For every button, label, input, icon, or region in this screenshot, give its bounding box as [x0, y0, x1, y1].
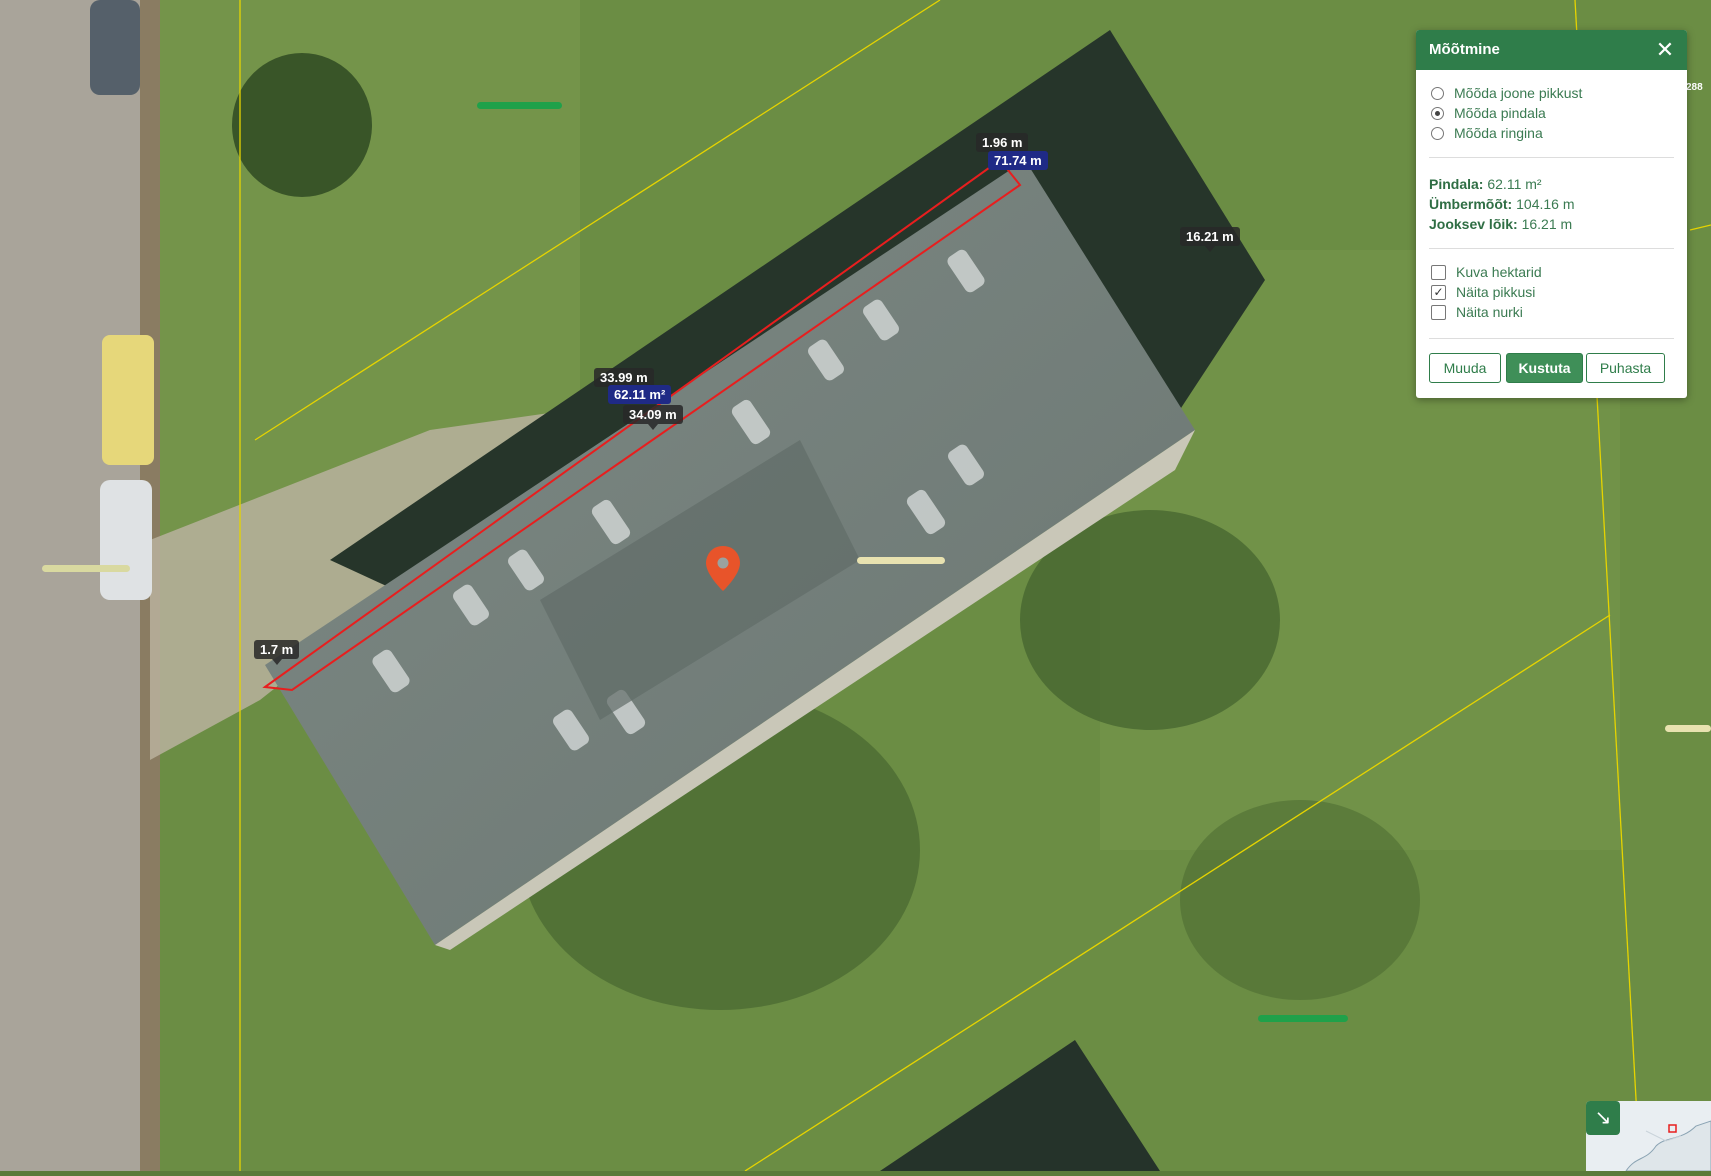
segment-stat: Jooksev lõik: 16.21 m — [1429, 216, 1572, 232]
panel-title: Mõõtmine — [1429, 41, 1500, 58]
parcel-label — [1258, 1015, 1348, 1022]
checkbox[interactable] — [1431, 304, 1446, 320]
radio-button[interactable] — [1431, 126, 1444, 140]
mode-line-length[interactable]: Mõõda joone pikkust — [1431, 83, 1582, 103]
panel-header: Mõõtmine ✕ — [1416, 30, 1687, 70]
option-show-lengths[interactable]: ✓ Näita pikkusi — [1431, 282, 1535, 302]
divider — [1429, 338, 1674, 339]
mode-area[interactable]: Mõõda pindala — [1431, 103, 1546, 123]
area-stat-value: 62.11 m² — [1487, 176, 1542, 192]
segment-stat-label: Jooksev lõik: — [1429, 216, 1518, 232]
perimeter-stat: Ümbermõõt: 104.16 m — [1429, 196, 1575, 212]
perimeter-stat-value: 104.16 m — [1516, 196, 1575, 212]
parcel-label — [477, 102, 562, 109]
expand-arrow-icon[interactable]: ↘ — [1586, 1101, 1620, 1135]
segment-stat-value: 16.21 m — [1521, 216, 1573, 232]
divider — [1429, 248, 1674, 249]
mode-label: Mõõda ringina — [1454, 125, 1543, 141]
area-stat-label: Pindala: — [1429, 176, 1484, 192]
perimeter-label: 71.74 m — [988, 151, 1048, 170]
area-stat: Pindala: 62.11 m² — [1429, 176, 1542, 192]
parcel-edge-label: 288 — [1686, 82, 1703, 93]
delete-button[interactable]: Kustuta — [1506, 353, 1583, 383]
radio-button[interactable] — [1431, 86, 1444, 100]
option-show-hectares[interactable]: Kuva hektarid — [1431, 262, 1542, 282]
mode-circle[interactable]: Mõõda ringina — [1431, 123, 1543, 143]
parcel-label — [857, 557, 945, 564]
area-label: 62.11 m² — [608, 385, 672, 404]
mode-label: Mõõda pindala — [1454, 105, 1546, 121]
car — [90, 0, 140, 95]
car — [100, 480, 152, 600]
radio-button[interactable] — [1431, 106, 1444, 120]
truck — [102, 335, 154, 465]
checkbox-checked[interactable]: ✓ — [1431, 284, 1446, 300]
divider — [1429, 157, 1674, 158]
measure-panel: Mõõtmine ✕ Mõõda joone pikkust Mõõda pin… — [1416, 30, 1687, 398]
checkbox[interactable] — [1431, 264, 1446, 280]
option-label: Näita pikkusi — [1456, 284, 1536, 300]
parcel-label — [42, 565, 130, 572]
segment-length-label: 34.09 m — [623, 405, 683, 430]
edit-button[interactable]: Muuda — [1429, 353, 1501, 383]
mode-label: Mõõda joone pikkust — [1454, 85, 1583, 101]
option-show-angles[interactable]: Näita nurki — [1431, 302, 1523, 322]
clear-button[interactable]: Puhasta — [1586, 353, 1665, 383]
segment-length-label: 1.96 m — [976, 133, 1029, 152]
option-label: Kuva hektarid — [1456, 264, 1542, 280]
option-label: Näita nurki — [1456, 304, 1523, 320]
close-icon[interactable]: ✕ — [1653, 38, 1677, 62]
running-segment-label: 16.21 m — [1180, 227, 1240, 252]
parcel-label — [1665, 725, 1711, 732]
perimeter-stat-label: Ümbermõõt: — [1429, 196, 1513, 212]
segment-length-label: 1.7 m — [254, 640, 300, 665]
